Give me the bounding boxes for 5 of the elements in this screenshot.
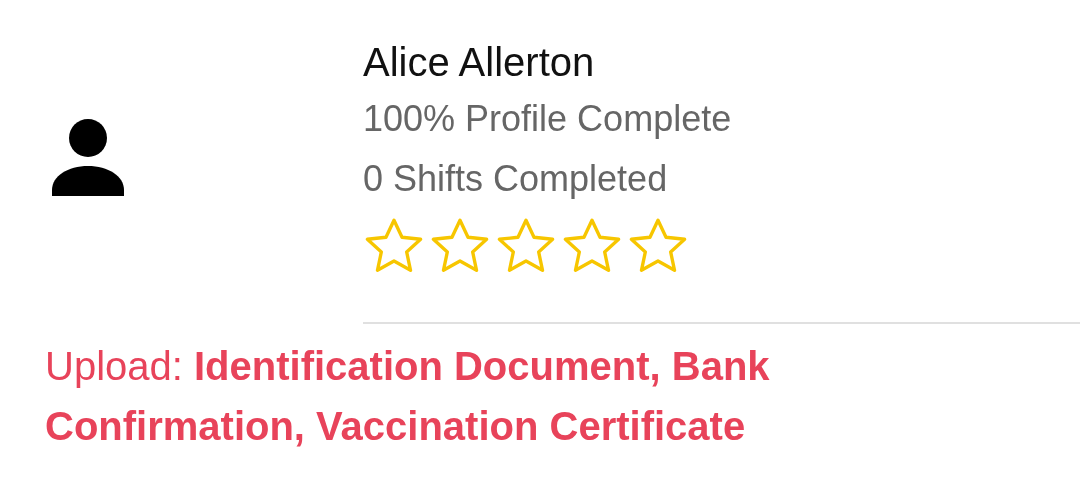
- user-name: Alice Allerton: [363, 39, 596, 86]
- shifts-completed: 0 Shifts Completed: [363, 157, 669, 201]
- profile-completion: 100% Profile Complete: [363, 97, 733, 141]
- upload-notice: Upload: Identification Document, Bank Confirmation, Vaccination Certificate: [45, 343, 771, 450]
- person-icon: [52, 118, 124, 196]
